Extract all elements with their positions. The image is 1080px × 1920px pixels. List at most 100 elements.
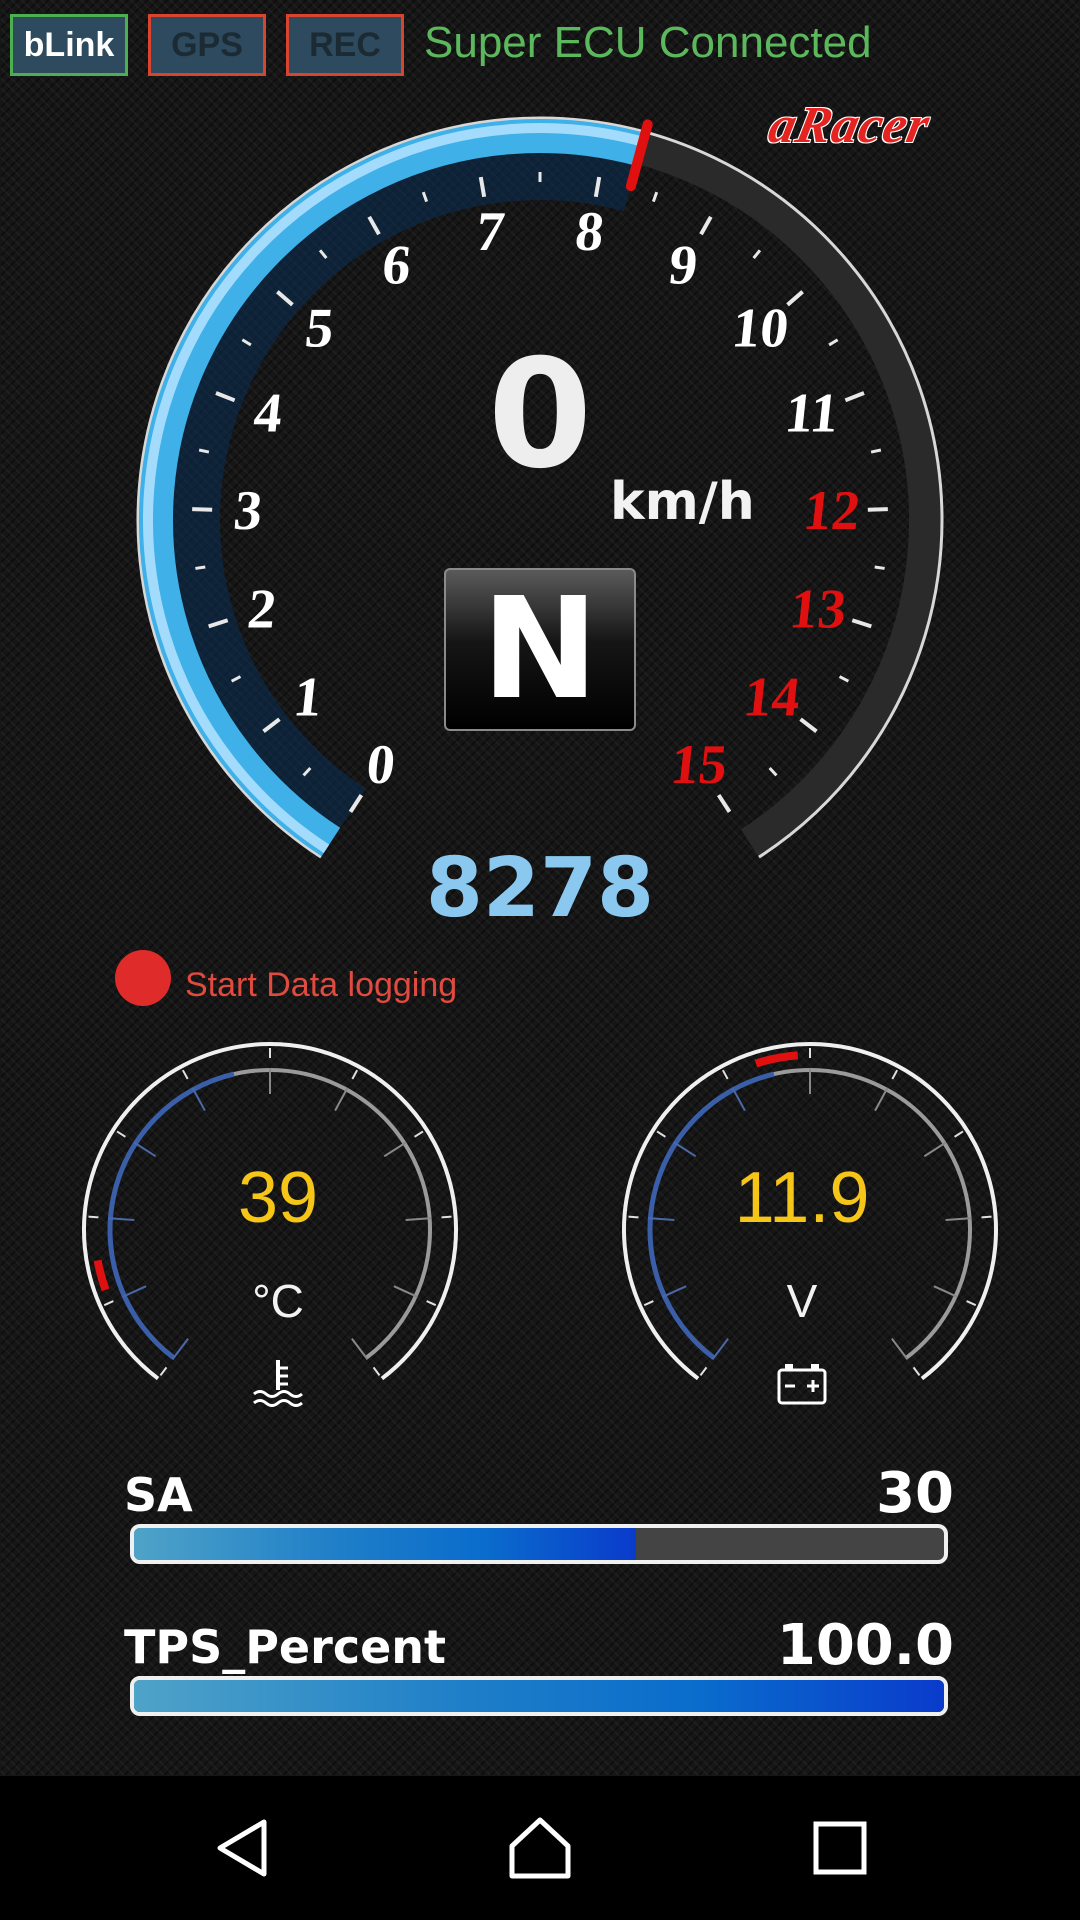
- gauge-tick: [116, 1130, 126, 1138]
- gauge-tick: [722, 1069, 729, 1080]
- tach-scale-label: 9: [666, 235, 700, 297]
- speed-unit: km/h: [610, 472, 755, 532]
- tps-bar-fill: [134, 1680, 944, 1712]
- home-icon: [509, 1817, 571, 1879]
- tach-tick: [851, 618, 872, 629]
- gauge-inner-tick: [711, 1338, 729, 1360]
- tach-scale-label: 14: [741, 666, 803, 728]
- gauge-inner-tick: [891, 1338, 909, 1360]
- tach-scale-label: 2: [245, 578, 279, 640]
- tach-tick: [699, 215, 713, 236]
- tach-tick: [874, 565, 885, 570]
- tach-tick: [799, 717, 818, 733]
- tps-bar: [130, 1676, 948, 1716]
- speed-value: 0: [487, 328, 593, 502]
- tach-tick: [651, 191, 659, 203]
- gauge-tick: [912, 1366, 921, 1376]
- battery-icon: [777, 1364, 827, 1405]
- gauge-inner-tick: [393, 1285, 418, 1298]
- gauge-inner-tick: [171, 1338, 189, 1360]
- tach-tick: [716, 793, 732, 813]
- gauge-tick: [954, 1130, 964, 1138]
- gauge-inner-tick: [662, 1285, 687, 1298]
- gauge-inner-tick: [383, 1141, 407, 1158]
- gauge-tick: [103, 1300, 114, 1307]
- tach-tick: [198, 448, 210, 454]
- gauge-inner-tick: [673, 1141, 697, 1158]
- tach-scale-label: 7: [473, 201, 507, 263]
- gauge-tick: [966, 1300, 977, 1307]
- gauge-inner-tick: [945, 1217, 972, 1222]
- system-nav-bar: [0, 1776, 1080, 1920]
- tach-scale-label: 6: [379, 235, 413, 297]
- tach-scale-label: 10: [729, 298, 791, 360]
- gear-value: N: [481, 567, 599, 731]
- tach-scale-label: 0: [364, 734, 398, 796]
- tach-scale-label: 11: [782, 383, 841, 445]
- gauge-tick: [182, 1069, 189, 1080]
- sa-bar: [130, 1524, 948, 1564]
- recents-square-icon: [813, 1821, 867, 1875]
- gauge-tick: [643, 1300, 654, 1307]
- gauge-inner-tick: [122, 1285, 147, 1298]
- gauge-inner-tick: [334, 1087, 349, 1112]
- start-data-logging-button[interactable]: Start Data logging: [185, 966, 457, 1005]
- gauge-tick: [699, 1366, 708, 1376]
- gauge-inner-tick: [191, 1087, 206, 1112]
- tach-tick: [195, 565, 206, 570]
- gauge-tick: [88, 1215, 99, 1219]
- coolant-temp-value: 39: [237, 1158, 319, 1238]
- gauge-inner-tick: [351, 1338, 369, 1360]
- sa-bar-fill: [134, 1528, 637, 1560]
- gauge-tick: [426, 1300, 437, 1307]
- gauge-tick: [441, 1215, 452, 1219]
- tach-scale-label: 13: [787, 578, 849, 640]
- gauge-tick: [414, 1130, 424, 1138]
- gauge-tick: [628, 1215, 639, 1219]
- tach-scale-label: 4: [251, 383, 285, 445]
- sa-label: SA: [124, 1468, 193, 1522]
- tps-value: 100.0: [776, 1613, 954, 1678]
- tach-tick: [867, 507, 888, 512]
- coolant-temperature-icon: [253, 1360, 303, 1407]
- sa-value: 30: [876, 1461, 954, 1526]
- gauge-tick: [891, 1069, 898, 1080]
- gauge-indicator-mark: [93, 1259, 110, 1292]
- tach-tick: [870, 448, 882, 454]
- recents-button[interactable]: [760, 1776, 920, 1920]
- tach-tick: [192, 507, 213, 512]
- gauge-inner-tick: [133, 1141, 157, 1158]
- tach-tick: [828, 338, 839, 347]
- gauge-tick: [656, 1130, 666, 1138]
- tach-tick: [838, 675, 850, 683]
- tach-scale-label: 15: [668, 734, 730, 796]
- back-triangle-icon: [217, 1819, 267, 1877]
- gauge-inner-tick: [405, 1217, 432, 1222]
- gauge-tick: [372, 1366, 381, 1376]
- record-dot-icon[interactable]: [115, 950, 171, 1006]
- tach-scale-label: 8: [572, 201, 606, 263]
- back-button[interactable]: [162, 1776, 322, 1920]
- home-button[interactable]: [460, 1776, 620, 1920]
- tach-tick: [768, 766, 778, 777]
- gauge-indicator-mark: [754, 1051, 799, 1068]
- voltage-unit: V: [786, 1275, 818, 1327]
- gauge-inner-tick: [923, 1141, 947, 1158]
- coolant-temp-unit: °C: [252, 1275, 304, 1327]
- tps-label: TPS_Percent: [124, 1620, 447, 1674]
- tach-scale-label: 3: [231, 480, 265, 542]
- gear-indicator: N: [444, 568, 636, 731]
- tach-tick: [752, 249, 762, 260]
- tach-tick: [844, 391, 865, 403]
- tach-scale-label: 1: [291, 666, 325, 728]
- gauge-inner-tick: [933, 1285, 958, 1298]
- voltage-value: 11.9: [734, 1158, 870, 1238]
- gauge-tick: [981, 1215, 992, 1219]
- tach-scale-label: 12: [801, 480, 863, 542]
- gauge-tick: [159, 1366, 168, 1376]
- rpm-value: 8278: [425, 841, 655, 936]
- gauge-inner-tick: [874, 1087, 889, 1112]
- tach-scale-label: 5: [302, 298, 336, 360]
- gauge-tick: [351, 1069, 358, 1080]
- gauge-inner-tick: [731, 1087, 746, 1112]
